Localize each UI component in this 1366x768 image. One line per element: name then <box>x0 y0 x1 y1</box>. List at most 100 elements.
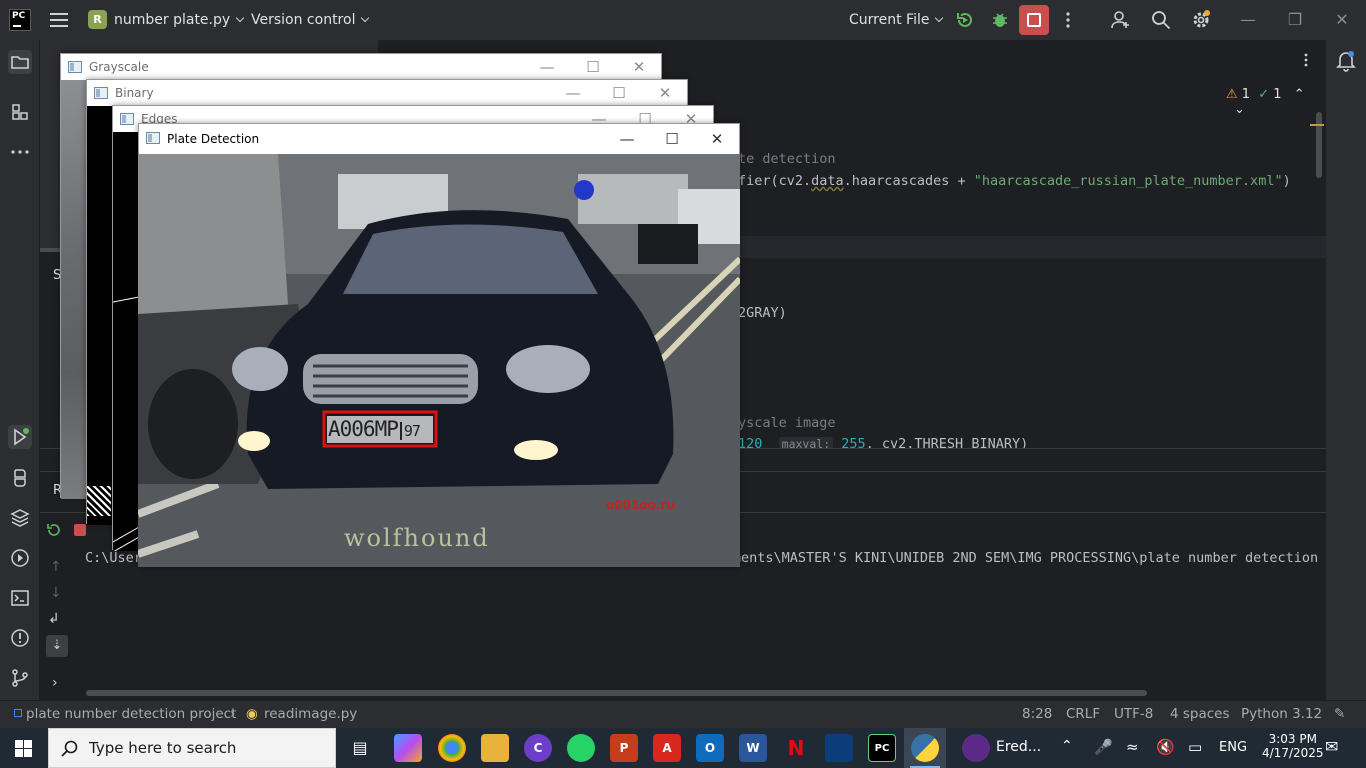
edges-image <box>112 132 140 553</box>
vcs-label: Version control <box>251 12 356 28</box>
ered-app-label[interactable]: Ered... <box>996 739 1041 755</box>
git-icon[interactable] <box>8 666 32 690</box>
python-taskbar-item[interactable] <box>904 728 946 768</box>
project-badge[interactable]: R <box>88 10 107 29</box>
powerpoint-icon[interactable]: P <box>610 734 638 762</box>
warning-marker[interactable] <box>1310 124 1324 126</box>
taskbar-search-box[interactable]: Type here to search <box>48 728 336 768</box>
caret-position[interactable]: 8:28 <box>1022 706 1052 722</box>
notifications-icon[interactable] <box>1336 50 1356 72</box>
vcs-selector[interactable]: Version control <box>251 12 370 28</box>
inspection-widget[interactable]: ⚠ 1 ✓ 1 ⌃ ⌄ <box>1226 87 1326 117</box>
more-vert-icon[interactable] <box>1298 52 1314 68</box>
maximize-icon[interactable]: ☐ <box>581 56 605 78</box>
canva-icon[interactable]: C <box>524 734 552 762</box>
chevron-up-icon[interactable]: ⌃ <box>1294 87 1305 102</box>
indent-setting[interactable]: 4 spaces <box>1170 706 1230 722</box>
more-horiz-icon[interactable] <box>8 140 32 164</box>
cv-window-titlebar[interactable]: Plate Detection — ☐ ✕ <box>139 124 739 154</box>
ok-count: 1 <box>1273 87 1282 102</box>
arrow-down-icon[interactable]: ↓ <box>50 585 62 601</box>
soft-wrap-icon[interactable]: ↲ <box>48 611 60 627</box>
python-icon <box>911 734 939 762</box>
microphone-icon[interactable]: 🎤 <box>1094 738 1113 756</box>
breadcrumb-file[interactable]: readimage.py <box>264 706 357 722</box>
close-icon[interactable]: ✕ <box>653 82 677 104</box>
chevron-up-icon[interactable]: ⌃ <box>1061 738 1073 754</box>
stop-icon[interactable] <box>74 524 86 536</box>
minimize-icon[interactable]: — <box>535 56 559 78</box>
netflix-icon[interactable]: N <box>782 734 810 762</box>
maximize-icon[interactable]: ☐ <box>660 128 684 150</box>
settings-icon[interactable] <box>1191 10 1211 30</box>
restore-icon[interactable]: ❐ <box>1283 8 1307 32</box>
close-icon[interactable]: ✕ <box>627 56 651 78</box>
pycharm-logo-icon[interactable]: PC <box>9 9 31 31</box>
rerun-icon[interactable] <box>955 10 975 30</box>
minimize-icon[interactable]: — <box>615 128 639 150</box>
minimize-icon[interactable]: — <box>1236 8 1260 32</box>
file-explorer-icon[interactable] <box>481 734 509 762</box>
chevron-down-icon <box>935 13 944 23</box>
line-endings[interactable]: CRLF <box>1066 706 1100 722</box>
task-view-icon[interactable]: ▤ <box>346 734 374 762</box>
problems-icon[interactable] <box>8 626 32 650</box>
volume-muted-icon[interactable]: 🔇 <box>1156 738 1175 756</box>
wifi-icon[interactable]: ≈ <box>1126 738 1139 756</box>
file-encoding[interactable]: UTF-8 <box>1114 706 1153 722</box>
arrow-up-icon[interactable]: ↑ <box>50 559 62 575</box>
acrobat-icon[interactable]: A <box>653 734 681 762</box>
stop-button[interactable] <box>1019 5 1049 35</box>
breadcrumb-project[interactable]: plate number detection project <box>26 706 236 722</box>
project-selector[interactable]: number plate.py <box>114 12 245 28</box>
console-h-scrollbar[interactable] <box>86 690 1147 696</box>
cv-window-titlebar[interactable]: Grayscale — ☐ ✕ <box>61 54 661 80</box>
run-tool-icon[interactable] <box>8 425 32 449</box>
services-icon[interactable] <box>8 546 32 570</box>
scroll-to-end-icon[interactable]: ⇣ <box>46 635 68 657</box>
maximize-icon[interactable]: ☐ <box>607 82 631 104</box>
cv-window-titlebar[interactable]: Binary — ☐ ✕ <box>87 80 687 106</box>
pycharm-taskbar-icon[interactable]: PC <box>868 734 896 762</box>
search-icon[interactable] <box>1151 10 1171 30</box>
window-icon <box>120 113 134 125</box>
debug-icon[interactable] <box>990 10 1010 30</box>
outlook-icon[interactable]: O <box>696 734 724 762</box>
check-icon: ✓ <box>1258 87 1270 102</box>
battery-icon[interactable]: ▭ <box>1188 738 1202 756</box>
ered-app-icon[interactable] <box>962 734 990 762</box>
layers-icon[interactable] <box>8 506 32 530</box>
chevron-right-icon[interactable]: › <box>52 675 58 691</box>
structure-icon[interactable] <box>8 100 32 124</box>
hamburger-icon[interactable] <box>50 13 68 27</box>
search-placeholder: Type here to search <box>89 739 237 757</box>
run-config-selector[interactable]: Current File <box>849 12 944 28</box>
close-icon[interactable]: ✕ <box>705 128 729 150</box>
close-icon[interactable]: ✕ <box>1330 8 1354 32</box>
editor-scrollbar[interactable] <box>1316 112 1322 178</box>
notification-center-icon[interactable]: ✉ <box>1325 737 1338 756</box>
language-indicator[interactable]: ENG <box>1219 740 1247 755</box>
add-user-icon[interactable] <box>1111 10 1131 30</box>
python-console-icon[interactable] <box>8 466 32 490</box>
chrome-icon[interactable] <box>438 734 466 762</box>
project-folder-icon[interactable] <box>8 50 32 74</box>
rerun-icon[interactable] <box>46 522 62 538</box>
title-bar: PC R number plate.py Version control Cur… <box>0 0 1366 40</box>
python-interpreter[interactable]: Python 3.12 <box>1241 706 1322 722</box>
word-icon[interactable]: W <box>739 734 767 762</box>
copilot-icon[interactable] <box>394 734 422 762</box>
clock-date: 4/17/2025 <box>1262 746 1324 760</box>
module-icon <box>14 709 22 717</box>
webex-icon[interactable] <box>825 734 853 762</box>
cv-window-title: Plate Detection <box>167 132 260 146</box>
lock-icon[interactable]: ✎ <box>1334 706 1345 722</box>
more-vert-icon[interactable] <box>1058 10 1078 30</box>
whatsapp-icon[interactable] <box>567 734 595 762</box>
minimize-icon[interactable]: — <box>561 82 585 104</box>
clock[interactable]: 3:03 PM 4/17/2025 <box>1262 732 1324 760</box>
terminal-icon[interactable] <box>8 586 32 610</box>
chevron-down-icon[interactable]: ⌄ <box>1234 102 1245 117</box>
code-line: yscale image <box>738 415 836 431</box>
windows-start-icon[interactable] <box>15 740 32 757</box>
